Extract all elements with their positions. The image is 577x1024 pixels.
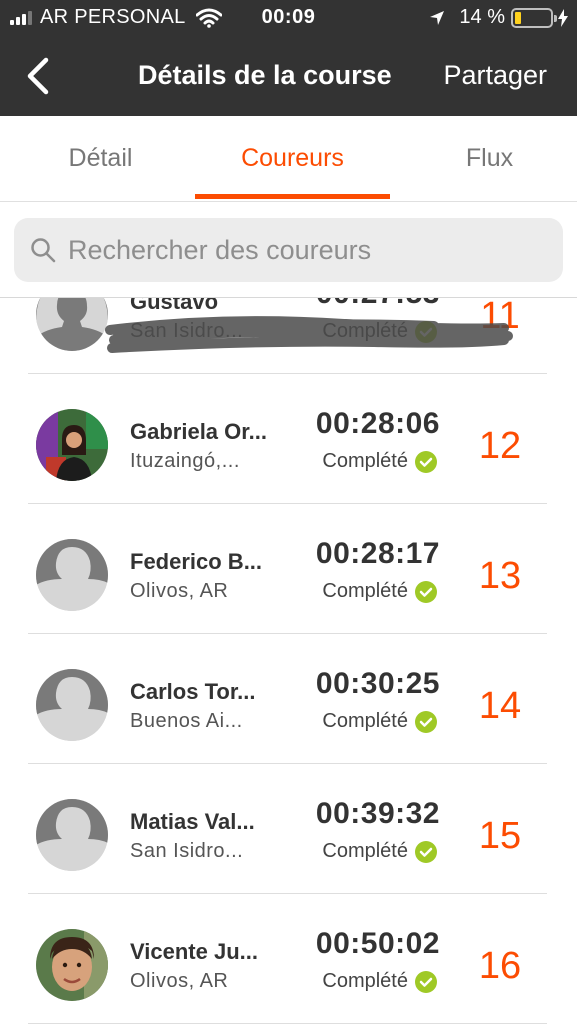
runner-rank: 12 — [478, 425, 522, 467]
runner-name: Gabriela Or... — [130, 419, 267, 444]
redaction-scribble — [105, 316, 513, 353]
default-avatar-icon — [36, 799, 108, 871]
runner-rank: 14 — [478, 685, 522, 727]
runner-rank: 13 — [478, 555, 522, 597]
runner-name: Carlos Tor... — [130, 679, 256, 704]
active-tab-indicator — [195, 194, 390, 199]
back-button[interactable] — [20, 56, 60, 96]
runner-location: Buenos Ai... — [130, 710, 243, 732]
check-icon — [415, 581, 437, 603]
runner-location: Ituzaingó,... — [130, 450, 240, 472]
check-icon — [415, 711, 437, 733]
runner-location: Olivos, AR — [130, 580, 229, 602]
navigation-bar: Détails de la course Partager — [0, 38, 577, 116]
search-placeholder: Rechercher des coureurs — [68, 235, 372, 265]
default-avatar-icon — [36, 539, 108, 611]
runner-status: Complété — [322, 450, 408, 472]
battery-percent: 14 % — [459, 6, 505, 28]
tab-bar: Détail Coureurs Flux — [0, 116, 577, 202]
runner-row[interactable]: Vicente Ju... Olivos, AR 00:50:02 Complé… — [0, 894, 577, 1024]
runner-time: 00:30:25 — [315, 667, 440, 700]
search-icon — [31, 238, 56, 263]
runner-time: 00:50:02 — [315, 927, 440, 960]
runner-status: Complété — [322, 710, 408, 732]
status-bar: AR PERSONAL 00:09 14 % — [0, 0, 577, 38]
check-icon — [415, 971, 437, 993]
tab-detail[interactable]: Détail — [3, 144, 198, 173]
status-right: 14 % — [429, 6, 569, 29]
runner-time: 00:28:17 — [315, 537, 440, 570]
runner-status: Complété — [322, 970, 408, 992]
search-input[interactable]: Rechercher des coureurs — [14, 218, 563, 282]
tab-flux[interactable]: Flux — [392, 144, 577, 173]
runner-location: Olivos, AR — [130, 970, 229, 992]
default-avatar-icon — [36, 298, 108, 351]
runner-rank: 16 — [478, 945, 522, 987]
runner-row[interactable]: Federico B... Olivos, AR 00:28:17 Complé… — [0, 504, 577, 634]
check-icon — [415, 451, 437, 473]
runner-status: Complété — [322, 840, 408, 862]
runner-name: Vicente Ju... — [130, 939, 258, 964]
location-arrow-icon — [430, 10, 445, 25]
runner-time: 00:28:06 — [315, 407, 440, 440]
share-button[interactable]: Partager — [443, 60, 547, 91]
runners-list[interactable]: Gustavo San Isidro... 00:27:53 Complété … — [0, 298, 577, 1024]
runner-rank: 15 — [478, 815, 522, 857]
tab-coureurs[interactable]: Coureurs — [195, 144, 390, 173]
runner-time: 00:39:32 — [315, 797, 440, 830]
runner-status: Complété — [322, 580, 408, 602]
runner-name: Federico B... — [130, 549, 263, 574]
battery-icon — [511, 7, 557, 28]
search-section: Rechercher des coureurs — [0, 202, 577, 298]
runner-row[interactable]: Gabriela Or... Ituzaingó,... 00:28:06 Co… — [0, 374, 577, 504]
runner-name: Matias Val... — [130, 809, 255, 834]
charging-bolt-icon — [558, 8, 568, 27]
page-title: Détails de la course — [138, 60, 392, 90]
runner-row[interactable]: Matias Val... San Isidro... 00:39:32 Com… — [0, 764, 577, 894]
check-icon — [415, 841, 437, 863]
photo-avatar — [36, 409, 108, 481]
photo-avatar — [36, 929, 108, 1001]
runner-row[interactable]: Carlos Tor... Buenos Ai... 00:30:25 Comp… — [0, 634, 577, 764]
default-avatar-icon — [36, 669, 108, 741]
runner-location: San Isidro... — [130, 840, 244, 862]
